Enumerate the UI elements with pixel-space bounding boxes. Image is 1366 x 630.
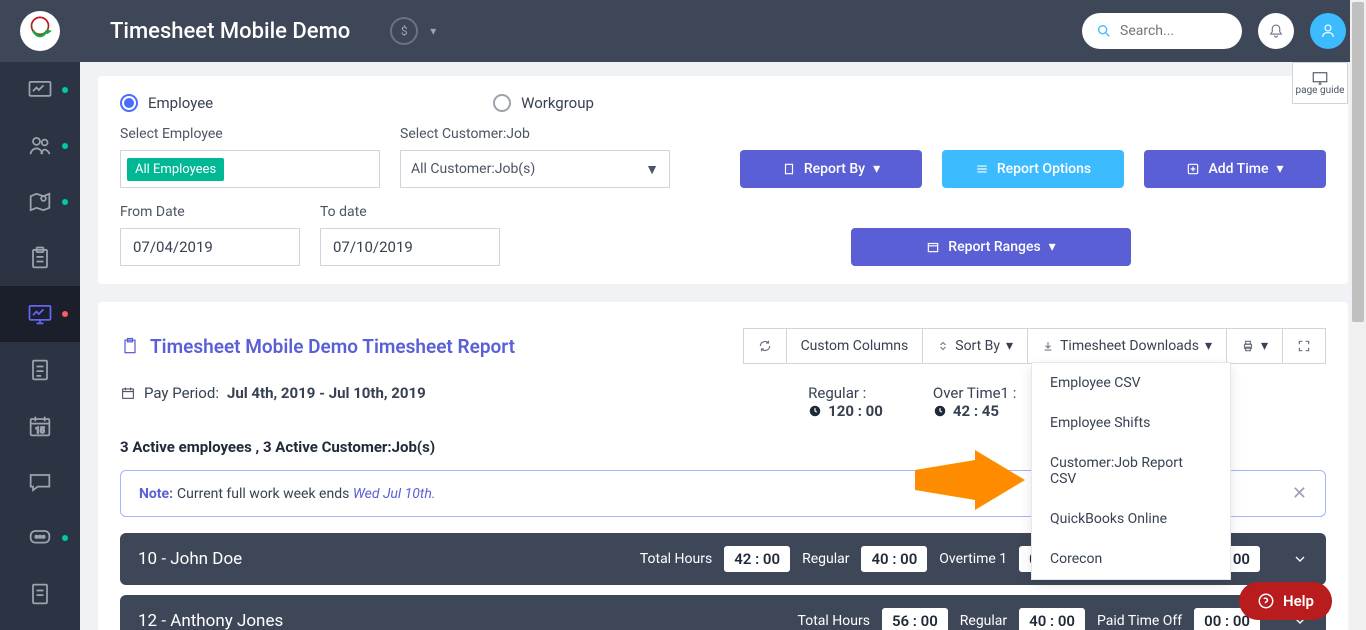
app-title: Timesheet Mobile Demo: [110, 19, 350, 44]
sidebar-item-chat[interactable]: [0, 454, 80, 510]
sidebar-item-document[interactable]: [0, 342, 80, 398]
page-guide-button[interactable]: page guide: [1292, 62, 1348, 104]
topbar: Timesheet Mobile Demo $ ▾: [80, 0, 1366, 62]
dropdown-item[interactable]: QuickBooks Online: [1032, 499, 1230, 539]
expand-icon: [1297, 339, 1311, 353]
arrow-annotation: [915, 450, 1025, 510]
chevron-down-icon: ▾: [1006, 338, 1013, 354]
from-date-input[interactable]: [120, 228, 300, 266]
sidebar-item-map[interactable]: [0, 174, 80, 230]
download-icon: [1042, 340, 1054, 352]
employee-select[interactable]: All Employees: [120, 150, 380, 188]
chevron-down-icon: [1292, 551, 1308, 567]
calendar-icon: [926, 240, 940, 254]
refresh-icon: [758, 339, 772, 353]
custom-columns-button[interactable]: Custom Columns: [786, 328, 924, 364]
to-date-label: To date: [320, 204, 500, 220]
radio-workgroup[interactable]: Workgroup: [493, 94, 594, 112]
sidebar-item-messages[interactable]: [0, 510, 80, 566]
downloads-dropdown: Employee CSV Employee Shifts Customer:Jo…: [1031, 362, 1231, 580]
select-customer-label: Select Customer:Job: [400, 126, 670, 142]
list-icon: [975, 162, 989, 176]
radio-employee[interactable]: Employee: [120, 94, 213, 112]
bell-icon: [1267, 22, 1285, 40]
presentation-icon: [1311, 71, 1329, 85]
clock-icon: [808, 404, 822, 418]
regular-stat: Regular : 120 : 00: [808, 384, 883, 420]
dropdown-item[interactable]: Customer:Job Report CSV: [1032, 443, 1230, 499]
notifications-button[interactable]: [1258, 13, 1294, 49]
sidebar-item-users[interactable]: [0, 118, 80, 174]
add-time-button[interactable]: Add Time ▾: [1144, 150, 1326, 188]
sidebar-item-calendar[interactable]: 15: [0, 398, 80, 454]
sort-icon: [937, 340, 949, 352]
dropdown-caret-icon: ▼: [645, 161, 659, 178]
chevron-down-icon: ▾: [1276, 161, 1283, 177]
sidebar-item-notes[interactable]: [0, 566, 80, 622]
chevron-down-icon: ▾: [873, 161, 880, 177]
refresh-button[interactable]: [743, 328, 787, 364]
print-button[interactable]: ▾: [1226, 328, 1283, 364]
customer-select[interactable]: All Customer:Job(s)▼: [400, 150, 670, 188]
report-options-button[interactable]: Report Options: [942, 150, 1124, 188]
help-button[interactable]: Help: [1239, 582, 1332, 620]
clipboard-icon: [120, 336, 140, 356]
help-icon: [1257, 592, 1275, 610]
user-icon: [1319, 22, 1337, 40]
logo[interactable]: [0, 0, 80, 62]
report-by-button[interactable]: Report By ▾: [740, 150, 922, 188]
profile-button[interactable]: [1310, 13, 1346, 49]
report-title: Timesheet Mobile Demo Timesheet Report: [120, 335, 515, 358]
select-employee-label: Select Employee: [120, 126, 380, 142]
filter-card: Employee Workgroup Select Employee All E…: [98, 76, 1348, 284]
chevron-down-icon: ▾: [1049, 239, 1056, 255]
chevron-down-icon: ▾: [1261, 338, 1268, 354]
sort-by-button[interactable]: Sort By ▾: [922, 328, 1028, 364]
clock-icon: [933, 404, 947, 418]
currency-icon[interactable]: $: [390, 17, 418, 45]
sidebar-item-reports[interactable]: [0, 286, 80, 342]
sidebar-item-clipboard[interactable]: [0, 230, 80, 286]
timesheet-downloads-button[interactable]: Timesheet Downloads ▾: [1027, 328, 1227, 364]
report-ranges-button[interactable]: Report Ranges ▾: [851, 228, 1131, 266]
calendar-icon: [120, 385, 136, 401]
from-date-label: From Date: [120, 204, 300, 220]
print-icon: [1241, 339, 1255, 353]
plus-icon: [1186, 162, 1200, 176]
sidebar: 15: [0, 0, 80, 630]
document-icon: [782, 162, 796, 176]
dropdown-item[interactable]: Employee Shifts: [1032, 403, 1230, 443]
chevron-down-icon: ▾: [1205, 338, 1212, 354]
pay-period: Pay Period: Jul 4th, 2019 - Jul 10th, 20…: [120, 384, 426, 402]
overtime-stat: Over Time1 : 42 : 45: [933, 384, 1016, 420]
search-icon: [1096, 23, 1112, 39]
dropdown-item[interactable]: Corecon: [1032, 539, 1230, 579]
employee-row[interactable]: 12 - Anthony Jones Total Hours56 : 00 Re…: [120, 595, 1326, 630]
close-icon[interactable]: ✕: [1292, 483, 1307, 504]
expand-button[interactable]: [1282, 328, 1326, 364]
search-input[interactable]: [1082, 13, 1242, 49]
to-date-input[interactable]: [320, 228, 500, 266]
chevron-down-icon[interactable]: ▾: [430, 24, 436, 38]
svg-text:15: 15: [35, 425, 45, 435]
sidebar-item-dashboard[interactable]: [0, 62, 80, 118]
dropdown-item[interactable]: Employee CSV: [1032, 363, 1230, 403]
